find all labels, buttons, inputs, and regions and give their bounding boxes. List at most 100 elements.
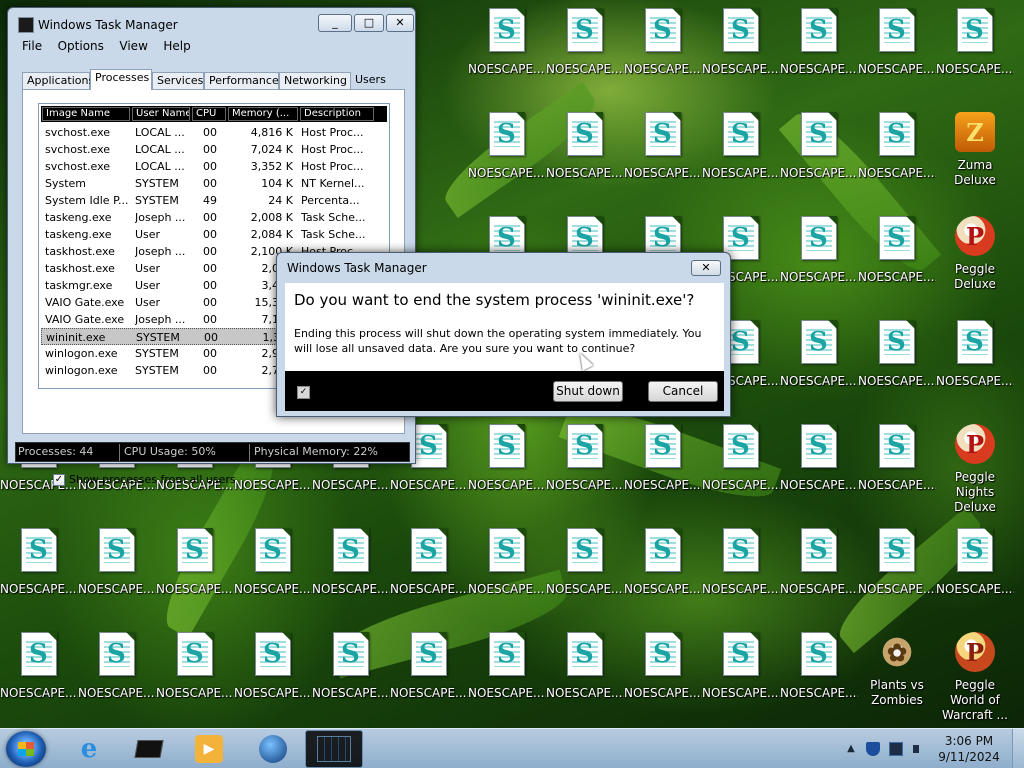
- column-memory[interactable]: Memory (...: [228, 107, 298, 121]
- desktop-icon-noescape[interactable]: S NOESCAPE....: [78, 632, 156, 701]
- start-button[interactable]: [6, 731, 46, 767]
- desktop-icon-noescape[interactable]: S NOESCAPE....: [312, 632, 390, 701]
- column-user-name[interactable]: User Name: [132, 107, 190, 121]
- desktop-icon-noescape[interactable]: S NOESCAPE....: [624, 424, 702, 493]
- desktop-icon-noescape[interactable]: S NOESCAPE....: [702, 8, 780, 77]
- desktop-icon-noescape[interactable]: S NOESCAPE....: [546, 112, 624, 181]
- show-hidden-icons-chevron[interactable]: ▲: [844, 742, 858, 756]
- close-button[interactable]: ✕: [386, 14, 414, 32]
- table-row[interactable]: svchost.exe LOCAL ... 00 4,816 K Host Proc..…: [41, 124, 387, 141]
- desktop-icon-noescape[interactable]: S NOESCAPE....: [234, 528, 312, 597]
- table-row[interactable]: svchost.exe LOCAL ... 00 3,352 K Host Proc..…: [41, 158, 387, 175]
- taskbar-task-manager[interactable]: [305, 730, 363, 768]
- minimize-button[interactable]: _: [318, 14, 352, 32]
- clock[interactable]: 3:06 PM 9/11/2024: [934, 733, 1004, 765]
- desktop-icon-noescape[interactable]: S NOESCAPE....: [156, 632, 234, 701]
- tab-applications[interactable]: Applications: [22, 72, 94, 89]
- tab-networking[interactable]: Networking: [279, 72, 351, 89]
- table-row[interactable]: System Idle P... SYSTEM 49 24 K Percenta...: [41, 192, 387, 209]
- table-cell: VAIO Gate.exe: [45, 296, 125, 309]
- desktop-icon-noescape[interactable]: S NOESCAPE....: [702, 112, 780, 181]
- tab-processes[interactable]: Processes: [90, 69, 152, 90]
- dialog-close-button[interactable]: ✕: [691, 260, 721, 276]
- desktop-icon-noescape[interactable]: S NOESCAPE....: [780, 216, 858, 285]
- desktop-icon-noescape[interactable]: S NOESCAPE....: [546, 424, 624, 493]
- table-row[interactable]: taskeng.exe User 00 2,084 K Task Sche...: [41, 226, 387, 243]
- desktop-icon-noescape[interactable]: S NOESCAPE....: [624, 8, 702, 77]
- desktop-icon-noescape[interactable]: S NOESCAPE....: [702, 528, 780, 597]
- desktop-icon-noescape[interactable]: S NOESCAPE....: [780, 8, 858, 77]
- desktop-icon-noescape[interactable]: S NOESCAPE....: [780, 424, 858, 493]
- desktop-icon-noescape[interactable]: S NOESCAPE....: [468, 632, 546, 701]
- menu-view[interactable]: View: [119, 39, 147, 53]
- show-all-processes[interactable]: ✓ Show processes from all users: [53, 473, 236, 486]
- cancel-button[interactable]: Cancel: [648, 381, 718, 402]
- desktop-icon-noescape[interactable]: S NOESCAPE....: [780, 112, 858, 181]
- desktop-icon-noescape[interactable]: S NOESCAPE....: [936, 8, 1014, 77]
- network-icon[interactable]: [889, 742, 903, 756]
- taskbar-media-center[interactable]: [120, 730, 178, 768]
- desktop-icon-noescape[interactable]: S NOESCAPE....: [468, 528, 546, 597]
- abandon-data-checkbox[interactable]: ✓: [297, 386, 310, 399]
- desktop-icon-noescape[interactable]: S NOESCAPE....: [390, 528, 468, 597]
- taskbar-browser[interactable]: [244, 730, 302, 768]
- table-row[interactable]: System SYSTEM 00 104 K NT Kernel...: [41, 175, 387, 192]
- desktop-icon-noescape[interactable]: S NOESCAPE....: [702, 632, 780, 701]
- desktop-icon-noescape[interactable]: S NOESCAPE....: [390, 632, 468, 701]
- desktop-icon-noescape[interactable]: S NOESCAPE....: [858, 320, 936, 389]
- desktop-icon-noescape[interactable]: S NOESCAPE....: [936, 528, 1014, 597]
- desktop-icon-noescape[interactable]: S NOESCAPE....: [468, 112, 546, 181]
- desktop-icon-peggle-wow[interactable]: P Peggle World of Warcraft ...: [936, 632, 1014, 723]
- desktop-icon-noescape[interactable]: S NOESCAPE....: [78, 528, 156, 597]
- script-file-icon: S: [723, 632, 759, 676]
- tab-users[interactable]: Users: [351, 72, 391, 89]
- shut-down-button[interactable]: Shut down: [553, 381, 623, 402]
- desktop-icon-noescape[interactable]: S NOESCAPE....: [624, 632, 702, 701]
- desktop-icon-noescape[interactable]: S NOESCAPE....: [624, 528, 702, 597]
- menu-options[interactable]: Options: [58, 39, 104, 53]
- desktop-icon-noescape[interactable]: S NOESCAPE....: [858, 112, 936, 181]
- tab-services[interactable]: Services: [152, 72, 204, 89]
- taskbar-media-player[interactable]: ▶: [180, 730, 238, 768]
- tab-performance[interactable]: Performance: [204, 72, 279, 89]
- menu-help[interactable]: Help: [163, 39, 190, 53]
- table-row[interactable]: taskeng.exe Joseph ... 00 2,008 K Task Sche.…: [41, 209, 387, 226]
- show-all-checkbox[interactable]: ✓: [53, 473, 65, 486]
- desktop-icon-pvz[interactable]: ✿ Plants vs Zombies: [858, 632, 936, 708]
- column-description[interactable]: Description: [300, 107, 374, 121]
- desktop-icon-peggle-nights[interactable]: P Peggle Nights Deluxe: [936, 424, 1014, 515]
- desktop-icon-noescape[interactable]: S NOESCAPE....: [702, 424, 780, 493]
- desktop-icon-noescape[interactable]: S NOESCAPE....: [780, 528, 858, 597]
- column-image-name[interactable]: Image Name: [42, 107, 130, 121]
- desktop-icon-noescape[interactable]: S NOESCAPE....: [780, 320, 858, 389]
- desktop-icon-noescape[interactable]: S NOESCAPE....: [780, 632, 858, 701]
- table-row[interactable]: svchost.exe LOCAL ... 00 7,024 K Host Proc..…: [41, 141, 387, 158]
- action-center-flag-icon[interactable]: [866, 742, 880, 756]
- desktop-icon-noescape[interactable]: S NOESCAPE....: [858, 8, 936, 77]
- desktop-icon-noescape[interactable]: S NOESCAPE....: [546, 8, 624, 77]
- column-cpu[interactable]: CPU: [192, 107, 226, 121]
- desktop-icon-zuma[interactable]: Z Zuma Deluxe: [936, 112, 1014, 188]
- maximize-button[interactable]: □: [354, 14, 384, 32]
- desktop-icon-noescape[interactable]: S NOESCAPE....: [546, 528, 624, 597]
- desktop-icon-noescape[interactable]: S NOESCAPE....: [858, 424, 936, 493]
- menu-file[interactable]: File: [22, 39, 42, 53]
- desktop-icon-peggle[interactable]: P Peggle Deluxe: [936, 216, 1014, 292]
- desktop-icon-noescape[interactable]: S NOESCAPE....: [624, 112, 702, 181]
- show-desktop-button[interactable]: [1012, 729, 1024, 768]
- end-process-dialog[interactable]: Windows Task Manager ✕ Do you want to en…: [276, 252, 731, 417]
- desktop-icon-noescape[interactable]: S NOESCAPE....: [0, 632, 78, 701]
- desktop-icon-noescape[interactable]: S NOESCAPE....: [858, 528, 936, 597]
- volume-icon[interactable]: [911, 742, 925, 756]
- desktop-icon-noescape[interactable]: S NOESCAPE....: [156, 528, 234, 597]
- desktop-icon-noescape[interactable]: S NOESCAPE....: [0, 528, 78, 597]
- title-bar[interactable]: Windows Task Manager _ □ ✕: [16, 14, 414, 36]
- desktop-icon-noescape[interactable]: S NOESCAPE....: [312, 528, 390, 597]
- taskbar-internet-explorer[interactable]: e: [60, 730, 118, 768]
- desktop-icon-noescape[interactable]: S NOESCAPE....: [546, 632, 624, 701]
- desktop-icon-noescape[interactable]: S NOESCAPE....: [468, 8, 546, 77]
- desktop-icon-noescape[interactable]: S NOESCAPE....: [858, 216, 936, 285]
- desktop-icon-noescape[interactable]: S NOESCAPE....: [468, 424, 546, 493]
- desktop-icon-noescape[interactable]: S NOESCAPE....: [936, 320, 1014, 389]
- desktop-icon-noescape[interactable]: S NOESCAPE....: [234, 632, 312, 701]
